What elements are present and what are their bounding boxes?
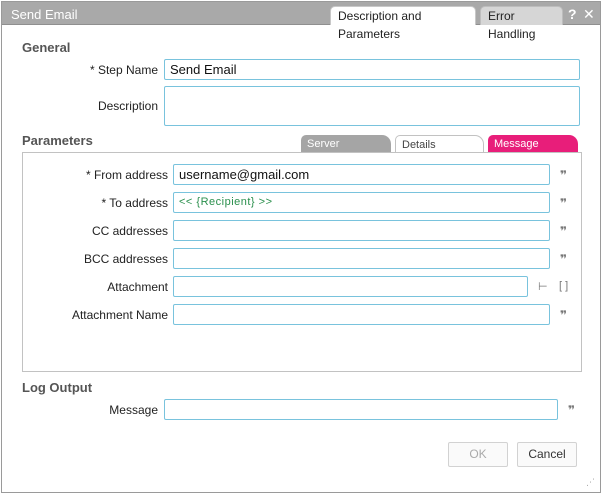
message-input[interactable]	[164, 399, 558, 420]
tab-description-and-parameters[interactable]: Description and Parameters	[330, 6, 476, 41]
cc-addresses-label: CC addresses	[91, 224, 168, 238]
tab-message[interactable]: Message	[488, 135, 578, 153]
bcc-addresses-input[interactable]	[173, 248, 550, 269]
quote-icon[interactable]: ❞	[560, 224, 567, 238]
attachment-name-label: Attachment Name	[71, 308, 168, 322]
close-icon[interactable]: ✕	[583, 6, 595, 22]
step-name-label: * Step Name	[89, 63, 158, 77]
quote-icon[interactable]: ❞	[560, 252, 567, 266]
cc-addresses-input[interactable]	[173, 220, 550, 241]
attachment-name-input[interactable]	[173, 304, 550, 325]
to-address-label: * To address	[101, 196, 169, 210]
tab-server[interactable]: Server	[301, 135, 391, 153]
attachment-input[interactable]	[173, 276, 528, 297]
send-email-dialog: Send Email Description and Parameters Er…	[1, 1, 601, 493]
ok-button[interactable]: OK	[448, 442, 508, 467]
quote-icon[interactable]: ❞	[568, 403, 575, 417]
quote-icon[interactable]: ❞	[560, 308, 567, 322]
quote-icon[interactable]: ❞	[560, 196, 567, 210]
window-title: Send Email	[11, 7, 78, 22]
bcc-addresses-label: BCC addresses	[83, 252, 168, 266]
description-label: Description	[97, 99, 158, 113]
help-icon[interactable]: ?	[568, 6, 577, 22]
message-label: Message	[109, 403, 158, 417]
to-address-input[interactable]: << {Recipient} >>	[173, 192, 550, 213]
from-address-input[interactable]: username@gmail.com	[173, 164, 550, 185]
step-name-input[interactable]: Send Email	[164, 59, 580, 80]
quote-icon[interactable]: ❞	[560, 168, 567, 182]
resize-grip-icon[interactable]: ⋰	[586, 478, 595, 487]
attachment-label: Attachment	[107, 280, 168, 294]
parameters-panel: * From address username@gmail.com ❞ * To…	[22, 152, 582, 372]
from-address-label: * From address	[85, 168, 168, 182]
parameters-heading: Parameters	[22, 133, 93, 148]
cancel-button[interactable]: Cancel	[517, 442, 577, 467]
description-input[interactable]	[164, 86, 580, 126]
log-output-heading: Log Output	[22, 380, 93, 395]
brackets-icon[interactable]: [ ]	[559, 280, 568, 292]
general-heading: General	[22, 40, 71, 55]
title-bar: Send Email Description and Parameters Er…	[2, 2, 600, 41]
tab-details[interactable]: Details	[395, 135, 484, 153]
tree-icon[interactable]: ⊢	[538, 280, 548, 293]
tab-error-handling[interactable]: Error Handling	[480, 6, 563, 41]
